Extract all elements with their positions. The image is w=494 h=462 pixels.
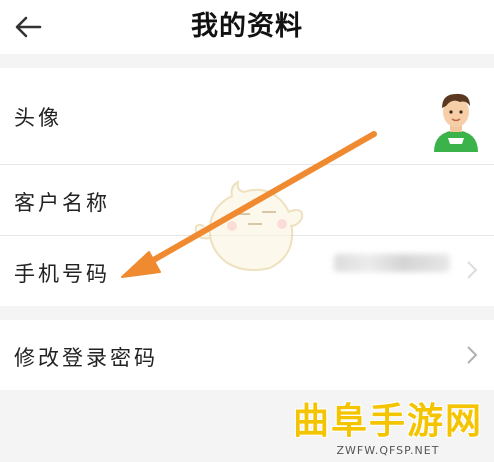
watermark-title: 曲阜手游网 [292, 401, 483, 442]
change-password-row[interactable]: 修改登录密码 [0, 320, 494, 390]
change-password-label: 修改登录密码 [14, 346, 158, 370]
avatar-label: 头像 [14, 106, 62, 130]
top-bar: 我的资料 [0, 0, 494, 54]
watermark-subtitle: ZWFW.QFSP.NET [336, 444, 440, 457]
security-card: 修改登录密码 [0, 320, 494, 390]
chevron-right-icon [467, 346, 478, 364]
chevron-right-icon [467, 261, 478, 279]
avatar-row[interactable]: 头像 [0, 68, 494, 164]
phone-label: 手机号码 [14, 262, 110, 286]
page-title: 我的资料 [191, 11, 303, 42]
customer-name-row[interactable]: 客户名称 [0, 165, 494, 235]
masked-phone-value [334, 254, 450, 272]
user-avatar-icon [434, 93, 478, 152]
customer-name-label: 客户名称 [14, 191, 110, 215]
site-watermark: 曲阜手游网 ZWFW.QFSP.NET [288, 402, 488, 458]
